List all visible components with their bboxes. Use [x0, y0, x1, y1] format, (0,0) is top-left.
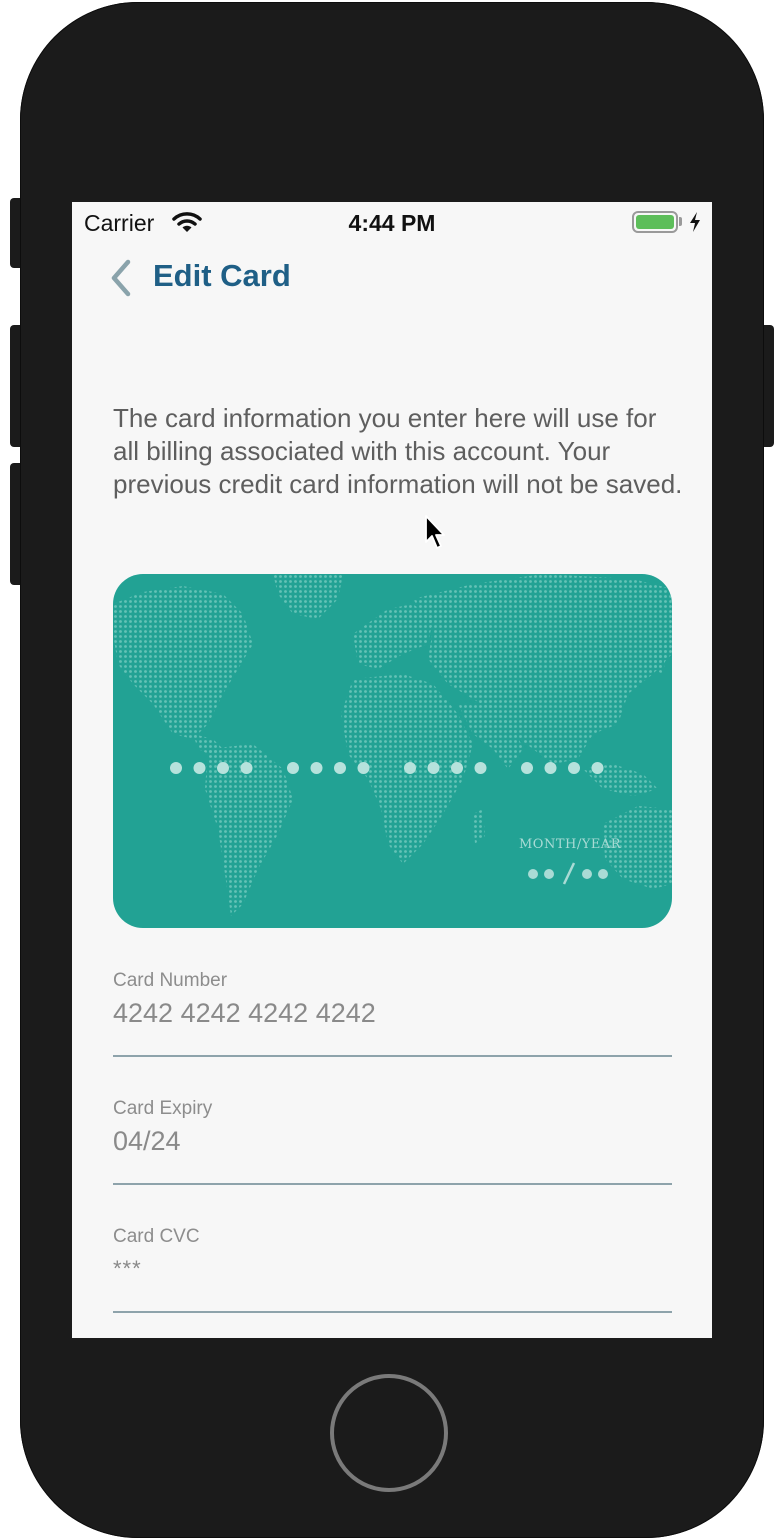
navigation-bar: Edit Card — [72, 252, 712, 302]
card-cvc-field[interactable]: Card CVC *** — [113, 1226, 672, 1313]
expiry-dots — [528, 862, 608, 885]
chevron-left-icon[interactable] — [108, 258, 134, 303]
card-cvc-label: Card CVC — [113, 1226, 200, 1247]
status-time: 4:44 PM — [348, 210, 436, 236]
intro-text: The card information you enter here will… — [113, 403, 683, 499]
expiry-dot — [544, 869, 554, 879]
card-number-label: Card Number — [113, 970, 228, 991]
card-expiry-field[interactable]: Card Expiry 04/24 — [113, 1098, 672, 1185]
charging-bolt-icon — [689, 212, 701, 237]
expiry-dot — [582, 869, 592, 879]
expiry-dot — [528, 869, 538, 879]
card-number-field[interactable]: Card Number 4242 4242 4242 4242 — [113, 970, 672, 1057]
expiry-dot — [598, 869, 608, 879]
battery-icon — [632, 211, 678, 233]
mouse-cursor-icon — [425, 515, 445, 549]
card-expiry-label: Card Expiry — [113, 1098, 213, 1119]
home-button[interactable] — [330, 1374, 448, 1492]
battery-level-fill — [636, 215, 674, 229]
card-cvc-input[interactable]: *** — [113, 1256, 142, 1282]
expiry-slash — [562, 862, 576, 885]
card-expiry-input[interactable]: 04/24 — [113, 1126, 181, 1157]
status-bar: Carrier 4:44 PM — [72, 202, 712, 244]
app-screen: Carrier 4:44 PM Edit Card The card infor — [72, 202, 712, 1338]
page-title: Edit Card — [153, 258, 291, 293]
credit-card-preview: MONTH/YEAR — [113, 574, 672, 928]
card-number-input[interactable]: 4242 4242 4242 4242 — [113, 998, 376, 1029]
battery-tip — [679, 217, 682, 226]
